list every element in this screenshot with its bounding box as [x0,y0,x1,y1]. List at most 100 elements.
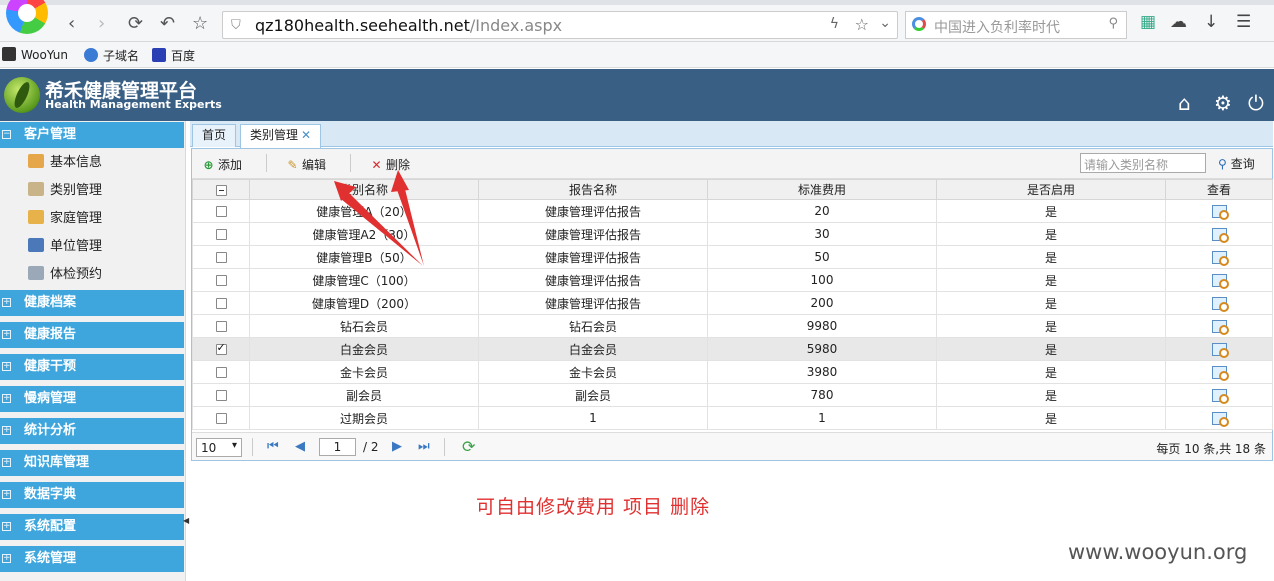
column-header[interactable]: 报告名称 [478,179,708,200]
row-checkbox[interactable] [215,229,227,240]
cloud-icon[interactable]: ☁ [1170,12,1187,32]
table-row[interactable]: 过期会员 1 1 是 [192,406,1273,430]
sidebar-group-archive[interactable]: + 健康档案 [0,290,184,316]
view-detail-icon[interactable] [1211,412,1229,427]
add-button[interactable]: ⊕ 添加 [202,156,242,173]
view-detail-icon[interactable] [1211,228,1229,243]
page-size-select[interactable]: 10 [196,438,242,457]
view-detail-icon[interactable] [1211,320,1229,335]
view-detail-icon[interactable] [1211,366,1229,381]
sidebar-group-dictionary[interactable]: + 数据字典 [0,482,184,508]
category-name-cell: 过期会员 [249,406,479,430]
tab-category-management[interactable]: 类别管理 ✕ [240,124,322,148]
table-row[interactable]: 健康管理B（50） 健康管理评估报告 50 是 [192,245,1273,269]
row-checkbox[interactable] [215,298,227,309]
reload-button[interactable]: ⟳ [128,12,143,36]
view-detail-icon[interactable] [1211,251,1229,266]
sidebar-item-unit[interactable]: 单位管理 [28,233,102,261]
view-detail-icon[interactable] [1211,389,1229,404]
bookmark-subdomain[interactable]: 子域名 [84,47,139,64]
pencil-icon: ✎ [287,158,298,172]
sidebar-group-label: 系统配置 [24,519,77,534]
sidebar-group-label: 数据字典 [24,487,77,502]
forward-button[interactable]: › [98,12,105,36]
table-row[interactable]: 金卡会员 金卡会员 3980 是 [192,360,1273,384]
report-name-cell: 健康管理评估报告 [478,199,708,223]
star-icon[interactable]: ☆ [855,15,869,34]
column-header[interactable]: 标准费用 [707,179,937,200]
select-all-checkbox[interactable] [215,184,227,196]
prev-page-icon[interactable]: ◀ [295,439,305,454]
row-checkbox[interactable] [215,252,227,263]
last-page-icon[interactable]: ⏭ [418,439,430,454]
row-checkbox[interactable] [215,341,227,355]
sidebar-group-label: 知识库管理 [24,455,90,470]
table-row[interactable]: 健康管理D（200） 健康管理评估报告 200 是 [192,291,1273,315]
sidebar-group-chronic[interactable]: + 慢病管理 [0,386,184,412]
tab-home[interactable]: 首页 [192,124,237,147]
menu-icon[interactable]: ☰ [1236,12,1251,32]
sidebar-group-config[interactable]: + 系统配置 [0,514,184,540]
bookmark-star-button[interactable]: ☆ [192,12,208,36]
close-icon[interactable]: ✕ [301,128,311,142]
sidebar-group-stats[interactable]: + 统计分析 [0,418,184,444]
table-row[interactable]: 副会员 副会员 780 是 [192,383,1273,407]
category-search-input[interactable]: 请输入类别名称 [1080,153,1206,173]
query-button[interactable]: ⚲ 查询 [1218,155,1255,172]
refresh-icon[interactable]: ⟳ [462,437,475,456]
expand-icon: + [2,393,11,403]
edit-button[interactable]: ✎ 编辑 [286,156,326,173]
sidebar-group-report[interactable]: + 健康报告 [0,322,184,348]
lightning-icon[interactable]: ϟ [830,16,839,32]
row-checkbox[interactable] [215,321,227,332]
table-row[interactable]: 白金会员白金会员5980是 [192,337,1273,361]
category-name-cell: 健康管理A2（30） [249,222,479,246]
apps-grid-icon[interactable]: ▦ [1140,12,1156,32]
sidebar-group-system[interactable]: + 系统管理 [0,546,184,572]
first-page-icon[interactable]: ⏮ [267,439,279,454]
column-header[interactable]: 类别名称 [249,179,479,200]
address-bar[interactable]: ⛉ qz180health.seehealth.net/Index.aspx ϟ… [222,11,898,39]
table-row[interactable]: 钻石会员 钻石会员 9980 是 [192,314,1273,338]
browser-logo-icon[interactable] [6,0,48,34]
view-detail-icon[interactable] [1211,343,1229,358]
row-checkbox[interactable] [215,367,227,378]
gear-icon[interactable]: ⚙ [1214,91,1232,115]
next-page-icon[interactable]: ▶ [392,439,402,454]
browser-search-input[interactable]: 中国进入负利率时代 ⚲ [905,11,1127,39]
sidebar-item-category[interactable]: 类别管理 [28,177,102,205]
category-name-cell: 白金会员 [249,337,479,361]
table-row[interactable]: 健康管理C（100） 健康管理评估报告 100 是 [192,268,1273,292]
power-icon[interactable]: ⏻ [1248,91,1264,115]
sidebar-item-basic-info[interactable]: 基本信息 [28,149,102,177]
checkbox-cell [192,337,250,361]
view-detail-icon[interactable] [1211,205,1229,220]
chevron-down-icon[interactable]: ⌄ [879,15,891,31]
page-number-input[interactable]: 1 [319,438,356,456]
row-checkbox[interactable] [215,275,227,286]
row-checkbox[interactable] [215,206,227,217]
back-button[interactable]: ‹ [68,12,75,36]
toolbar-divider [350,154,351,172]
delete-button[interactable]: ✕ 删除 [370,156,410,173]
undo-button[interactable]: ↶ [160,12,175,36]
column-header[interactable]: 是否启用 [936,179,1166,200]
sidebar-item-family[interactable]: 家庭管理 [28,205,102,233]
sidebar-collapse-icon[interactable]: ◀ [183,516,189,525]
download-icon[interactable]: ↓ [1204,12,1218,32]
row-checkbox[interactable] [215,390,227,401]
bookmark-baidu[interactable]: 百度 [152,47,195,64]
view-detail-icon[interactable] [1211,297,1229,312]
bookmark-wooyun[interactable]: WooYun [2,47,68,62]
sidebar-group-knowledge[interactable]: + 知识库管理 [0,450,184,476]
sidebar-item-exam-booking[interactable]: 体检预约 [28,261,102,289]
table-row[interactable]: 健康管理A2（30） 健康管理评估报告 30 是 [192,222,1273,246]
sidebar-group-intervention[interactable]: + 健康干预 [0,354,184,380]
sidebar-group-customer[interactable]: − 客户管理 [0,122,184,148]
view-detail-icon[interactable] [1211,274,1229,289]
table-row[interactable]: 健康管理A（20） 健康管理评估报告 20 是 [192,199,1273,223]
home-icon[interactable]: ⌂ [1178,91,1191,115]
row-checkbox[interactable] [215,413,227,424]
search-icon[interactable]: ⚲ [1108,16,1118,31]
standard-fee-cell: 3980 [707,360,937,384]
